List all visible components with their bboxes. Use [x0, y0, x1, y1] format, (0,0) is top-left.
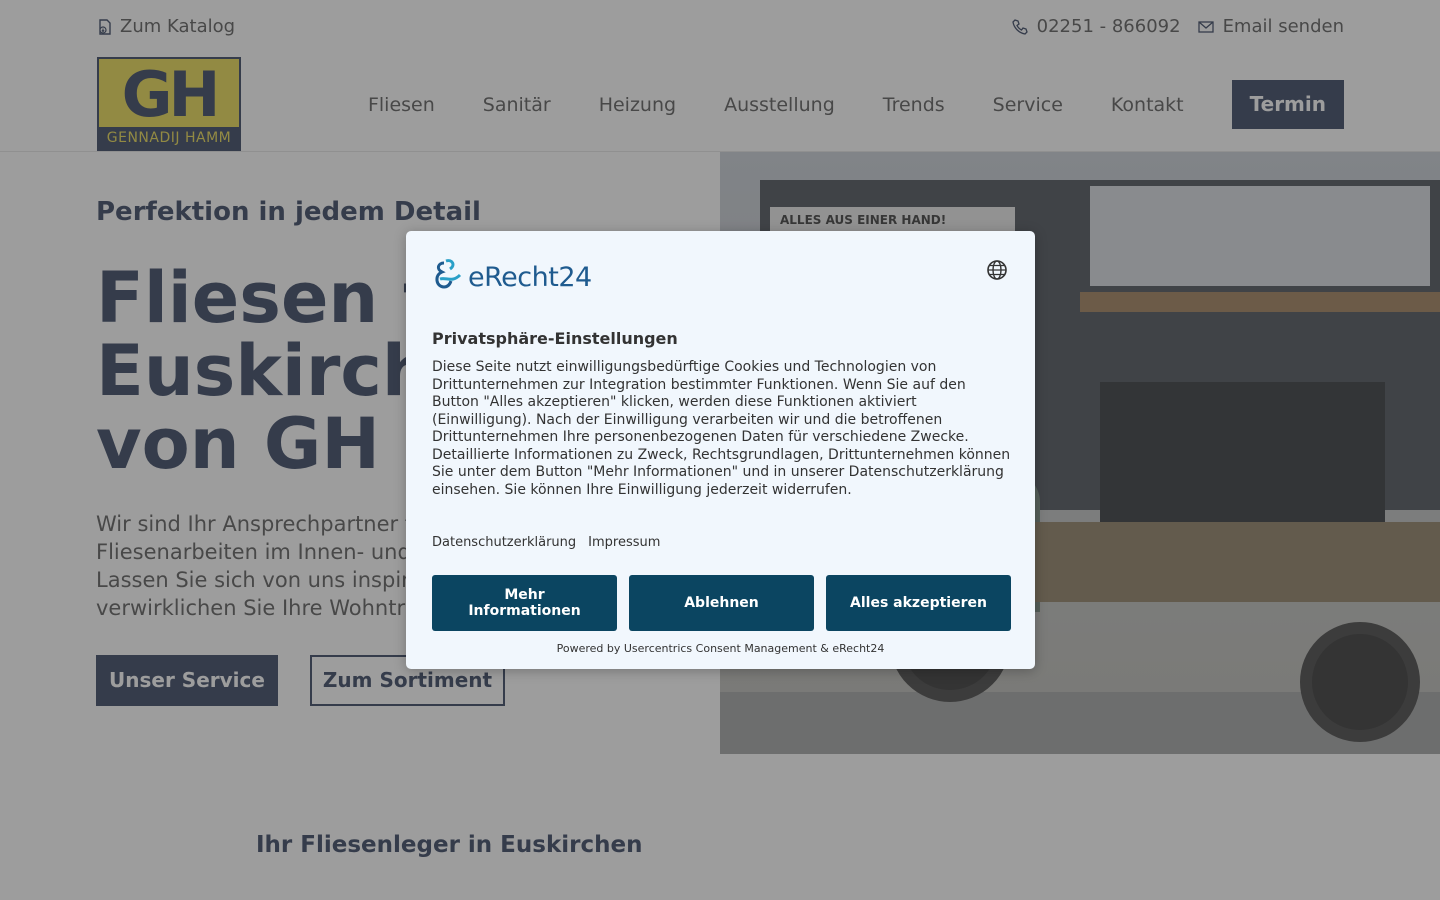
consent-dialog: eRecht24 Privatsphäre-Einstellungen Dies… [406, 231, 1035, 669]
decline-button[interactable]: Ablehnen [629, 575, 814, 631]
consent-brand: eRecht24 [432, 257, 592, 297]
consent-brand-name: eRecht24 [468, 261, 592, 293]
consent-title: Privatsphäre-Einstellungen [432, 329, 678, 348]
imprint-link[interactable]: Impressum [588, 535, 660, 550]
accept-all-button[interactable]: Alles akzeptieren [826, 575, 1011, 631]
privacy-policy-link[interactable]: Datenschutzerklärung [432, 535, 576, 550]
consent-footer: Powered by Usercentrics Consent Manageme… [556, 642, 885, 655]
erecht24-logo-icon [435, 259, 462, 289]
consent-body: Diese Seite nutzt einwilligungsbedürftig… [432, 359, 1011, 498]
more-info-label: Mehr Informationen [468, 587, 581, 619]
more-info-button[interactable]: Mehr Informationen [432, 575, 617, 631]
consent-links: Datenschutzerklärung Impressum [432, 535, 660, 550]
consent-buttons: Mehr Informationen Ablehnen Alles akzept… [432, 575, 1011, 631]
globe-icon[interactable] [986, 259, 1008, 281]
